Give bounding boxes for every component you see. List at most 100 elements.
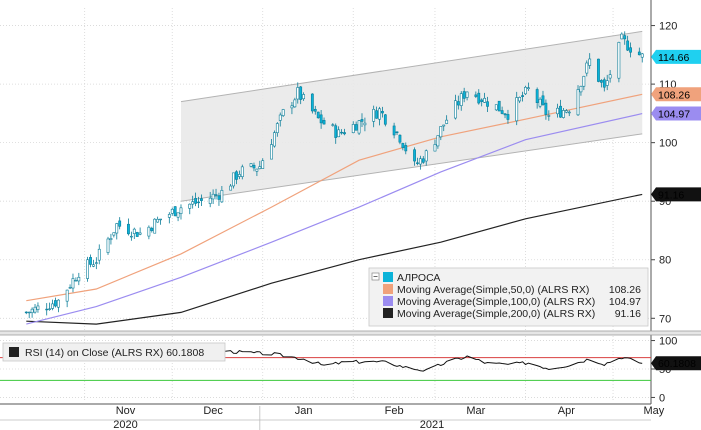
candle-body xyxy=(296,87,300,100)
tag-alrosa-label: 114.66 xyxy=(658,52,689,64)
candle-body xyxy=(135,232,139,237)
candle-body xyxy=(459,93,463,106)
rsi-legend: RSI (14) on Close (ALRS RX) 60.1808 xyxy=(2,342,226,362)
candle-body xyxy=(54,300,57,307)
candle xyxy=(135,231,139,237)
candle-body xyxy=(486,101,489,107)
candle-body xyxy=(462,91,466,99)
x-year-label: 2021 xyxy=(420,419,444,430)
candle xyxy=(310,93,314,114)
candle-body xyxy=(51,303,54,309)
candle-body xyxy=(322,120,326,125)
candle-body xyxy=(497,100,501,112)
candle-body xyxy=(515,97,519,122)
candle-body xyxy=(597,58,600,82)
candle-body xyxy=(474,94,478,97)
candle-body xyxy=(316,111,320,119)
rsi-y-tick-label: 100 xyxy=(659,336,677,348)
candle-body xyxy=(480,99,484,102)
candle-body xyxy=(626,40,630,51)
candle-body xyxy=(363,122,367,126)
candle-body xyxy=(255,168,259,172)
candle-body xyxy=(637,51,641,56)
candle-body xyxy=(310,93,314,112)
candle-body xyxy=(77,276,81,282)
y-tick-label: 70 xyxy=(659,313,671,325)
candle-body xyxy=(68,287,72,289)
legend-label: Moving Average(Simple,50,0) (ALRS RX) xyxy=(397,284,589,296)
candle-body xyxy=(395,131,399,133)
tag-ma200: 91.16 xyxy=(651,187,701,202)
candle-body xyxy=(56,299,60,308)
x-tick-label: Dec xyxy=(203,405,223,417)
candle-body xyxy=(500,110,504,114)
candle-body xyxy=(27,311,31,314)
candle-body xyxy=(71,278,75,289)
candle-body xyxy=(281,109,285,116)
candle-body xyxy=(620,33,624,40)
candle-body xyxy=(629,47,632,53)
tag-ma100-label: 104.97 xyxy=(658,109,690,121)
candle xyxy=(383,113,387,127)
candle-body xyxy=(538,98,542,107)
tag-rsi: 60.1808 xyxy=(651,356,701,371)
candle-body xyxy=(331,124,335,126)
candle-body xyxy=(173,206,177,217)
candle-body xyxy=(293,99,297,108)
candle-body xyxy=(86,259,89,279)
x-tick-label: Jan xyxy=(295,405,313,417)
candle xyxy=(232,172,235,189)
candle-body xyxy=(541,95,545,105)
candle-body xyxy=(503,113,507,116)
candle-body xyxy=(106,238,110,253)
candle-body xyxy=(92,264,95,267)
candle-body xyxy=(424,150,428,162)
candle-body xyxy=(623,35,627,40)
candle-body xyxy=(290,105,294,109)
y-tick-label: 120 xyxy=(659,21,677,33)
candle-body xyxy=(237,174,241,177)
candle-body xyxy=(275,123,279,134)
candle-body xyxy=(521,95,524,97)
tag-ma100: 104.97 xyxy=(651,106,701,121)
candle-body xyxy=(252,164,256,169)
y-tick-label: 80 xyxy=(659,255,671,267)
candle-body xyxy=(302,94,306,100)
legend-value: 104.97 xyxy=(609,296,641,308)
candle-body xyxy=(585,62,589,74)
rsi-legend-label: RSI (14) on Close (ALRS RX) 60.1808 xyxy=(25,347,204,359)
candle-body xyxy=(334,125,338,138)
candle-body xyxy=(343,132,346,135)
rsi-legend-swatch xyxy=(9,347,19,357)
candle xyxy=(273,130,276,148)
candle xyxy=(316,111,320,119)
candle-body xyxy=(33,306,37,313)
candle-body xyxy=(197,201,200,204)
candle-body xyxy=(150,227,154,231)
candle-body xyxy=(232,172,235,187)
candle-body xyxy=(582,75,586,87)
candle-body xyxy=(465,91,469,98)
candle-body xyxy=(456,101,460,106)
candle-body xyxy=(156,218,160,223)
tag-ma50-label: 108.26 xyxy=(658,89,690,101)
candle-body xyxy=(354,124,358,131)
candle-body xyxy=(562,110,565,118)
candle-body xyxy=(617,42,621,79)
candle xyxy=(597,58,600,83)
candle-body xyxy=(115,223,119,234)
candle-body xyxy=(337,129,341,138)
x-tick-label: Apr xyxy=(558,405,575,417)
candle-body xyxy=(524,86,527,95)
candle-body xyxy=(217,195,221,200)
candle-body xyxy=(413,149,416,162)
legend-label: Moving Average(Simple,100,0) (ALRS RX) xyxy=(397,296,595,308)
candle xyxy=(106,236,110,255)
candle xyxy=(86,256,89,282)
candle-body xyxy=(30,308,34,314)
candle-body xyxy=(547,115,551,117)
candle-body xyxy=(273,132,276,147)
candle-body xyxy=(176,212,180,218)
candle-body xyxy=(351,124,355,134)
candle-body xyxy=(235,171,238,180)
